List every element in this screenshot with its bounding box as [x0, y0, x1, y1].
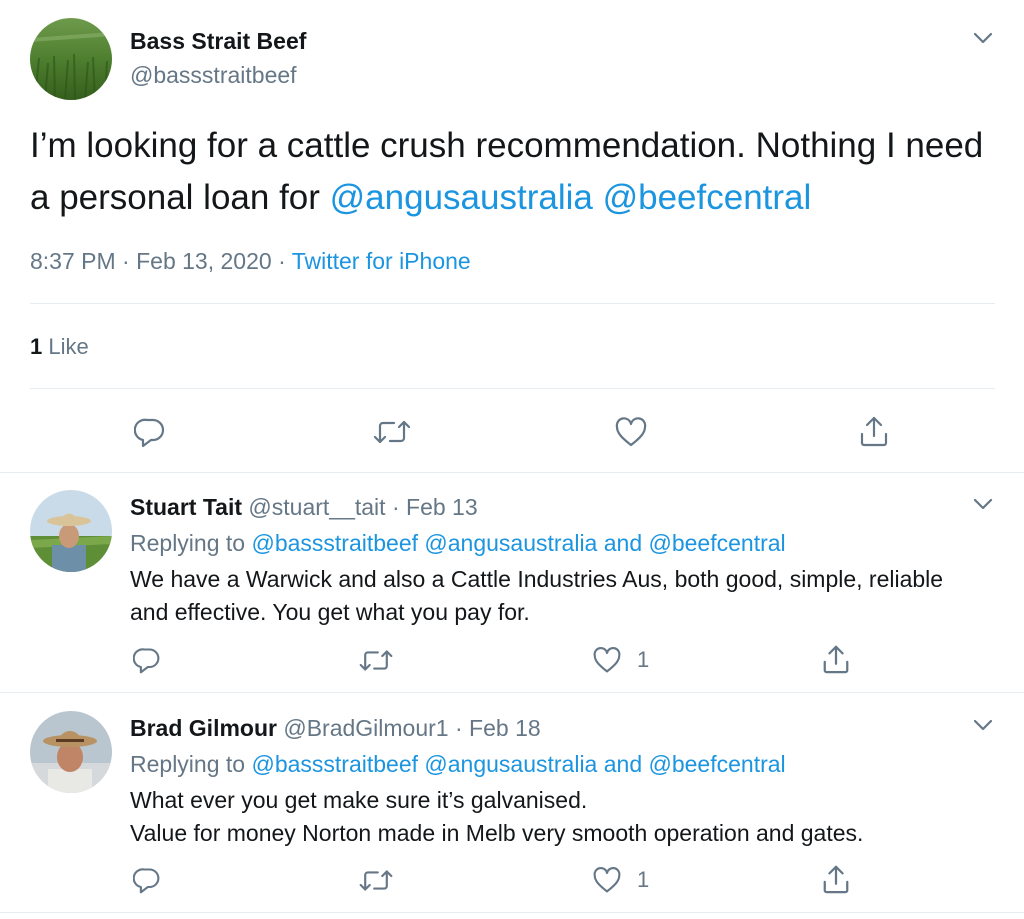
replying-handles[interactable]: @bassstraitbeef @angusaustralia and @bee… — [251, 751, 785, 777]
replying-prefix: Replying to — [130, 751, 246, 777]
like-icon[interactable] — [614, 416, 648, 448]
reply-text: What ever you get make sure it’s galvani… — [130, 784, 1010, 850]
handle[interactable]: @stuart__tait — [248, 494, 385, 520]
like-count: 1 — [637, 647, 650, 672]
replying-handles[interactable]: @bassstraitbeef @angusaustralia and @bee… — [251, 530, 785, 556]
tweet-meta: 8:37 PM · Feb 13, 2020 · Twitter for iPh… — [30, 248, 471, 275]
reply-text-line: What ever you get make sure it’s galvani… — [130, 787, 588, 813]
retweet-icon[interactable] — [358, 647, 394, 674]
reply-text: We have a Warwick and also a Cattle Indu… — [130, 566, 944, 625]
retweet-icon[interactable] — [372, 417, 412, 447]
display-name[interactable]: Bass Strait Beef — [130, 28, 306, 55]
replying-to: Replying to @bassstraitbeef @angusaustra… — [130, 751, 786, 778]
tweet-date[interactable]: Feb 18 — [469, 715, 541, 741]
like-count: 1 — [30, 334, 43, 359]
like-count: 1 — [637, 867, 650, 892]
divider — [30, 388, 995, 389]
share-icon[interactable] — [821, 643, 851, 675]
avatar[interactable] — [30, 711, 112, 793]
like-icon[interactable] — [592, 866, 622, 894]
separator: · — [122, 248, 130, 274]
tweet-time[interactable]: 8:37 PM — [30, 248, 116, 274]
divider — [30, 303, 995, 304]
separator: · — [278, 248, 286, 274]
reply-icon[interactable] — [134, 416, 166, 448]
like-label: Like — [48, 334, 89, 359]
chevron-down-icon[interactable] — [972, 496, 994, 512]
handle[interactable]: @BradGilmour1 — [283, 715, 448, 741]
handle[interactable]: @bassstraitbeef — [130, 62, 297, 89]
likes-stat[interactable]: 1 Like — [30, 334, 89, 360]
tweet-text: I’m looking for a cattle crush recommend… — [30, 120, 990, 224]
reply-header: Brad Gilmour @BradGilmour1 · Feb 18 — [130, 715, 541, 742]
separator: · — [391, 494, 400, 520]
reply-icon[interactable] — [133, 866, 161, 894]
avatar[interactable] — [30, 18, 112, 100]
chevron-down-icon[interactable] — [972, 30, 994, 46]
retweet-icon[interactable] — [358, 867, 394, 894]
mention-link[interactable]: @beefcentral — [603, 178, 812, 217]
reply-icon[interactable] — [133, 646, 161, 674]
separator: · — [454, 715, 463, 741]
tweet-source[interactable]: Twitter for iPhone — [292, 248, 471, 274]
divider — [0, 912, 1024, 913]
tweet-date[interactable]: Feb 13, 2020 — [136, 248, 272, 274]
tweet-date[interactable]: Feb 13 — [406, 494, 478, 520]
share-icon[interactable] — [858, 414, 890, 448]
mention-link[interactable]: @angusaustralia — [330, 178, 593, 217]
replying-prefix: Replying to — [130, 530, 246, 556]
share-icon[interactable] — [821, 863, 851, 895]
chevron-down-icon[interactable] — [972, 717, 994, 733]
reply-text-line: Value for money Norton made in Melb very… — [130, 820, 864, 846]
divider — [0, 472, 1024, 473]
like-icon[interactable] — [592, 646, 622, 674]
replying-to: Replying to @bassstraitbeef @angusaustra… — [130, 530, 786, 557]
display-name[interactable]: Stuart Tait — [130, 494, 242, 520]
display-name[interactable]: Brad Gilmour — [130, 715, 277, 741]
divider — [0, 692, 1024, 693]
reply-header: Stuart Tait @stuart__tait · Feb 13 — [130, 494, 478, 521]
avatar[interactable] — [30, 490, 112, 572]
